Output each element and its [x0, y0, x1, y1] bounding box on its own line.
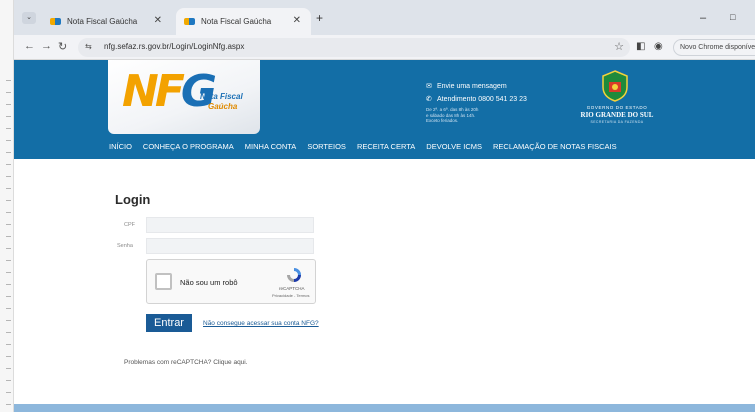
footer-strip — [14, 404, 755, 412]
ruler-tick — [6, 128, 11, 129]
address-url[interactable]: nfg.sefaz.rs.gov.br/Login/LoginNfg.aspx — [104, 42, 244, 51]
forgot-access-link[interactable]: Não consegue acessar sua conta NFG? — [203, 320, 319, 327]
ruler-tick — [6, 92, 11, 93]
ruler-tick — [6, 284, 11, 285]
service-hours: De 2ª. a 6ª. das 8h às 20h e sábado das … — [426, 107, 479, 123]
ruler-tick — [6, 380, 11, 381]
logo-line2: Gaúcha — [208, 102, 238, 111]
cpf-field[interactable] — [146, 217, 314, 233]
site-favicon-icon — [184, 18, 195, 25]
ruler-tick — [6, 140, 11, 141]
nfg-logo[interactable]: NFG Nota Fiscal Gaúcha — [108, 60, 260, 134]
site-info-icon[interactable]: ⇆ — [85, 42, 92, 51]
ruler-tick — [6, 332, 11, 333]
forward-icon[interactable]: → — [41, 40, 52, 52]
browser-tab-active[interactable]: Nota Fiscal Gaúcha ✕ — [176, 8, 311, 35]
ruler-tick — [6, 224, 11, 225]
menu-item-sorteios[interactable]: Sorteios — [307, 142, 346, 151]
minimize-button[interactable]: – — [700, 12, 706, 24]
contact-message-link[interactable]: ✉ Envie uma mensagem — [426, 82, 507, 90]
recaptcha-label: Não sou um robô — [180, 278, 238, 287]
ruler-tick — [6, 104, 11, 105]
gov-line3: SECRETARIA DA FAZENDA — [590, 120, 644, 124]
recaptcha-terms-link[interactable]: Privacidade - Termos — [272, 293, 310, 298]
browser-tab-strip: ⌄ Nota Fiscal Gaúcha ✕ Nota Fiscal Gaúch… — [14, 0, 755, 35]
ruler-tick — [6, 344, 11, 345]
address-bar[interactable]: ⇆ nfg.sefaz.rs.gov.br/Login/LoginNfg.asp… — [78, 38, 630, 57]
browser-toolbar: ← → ↻ ⇆ nfg.sefaz.rs.gov.br/Login/LoginN… — [14, 35, 755, 60]
login-title: Login — [115, 192, 151, 207]
ruler-tick — [6, 308, 11, 309]
tab-search-icon[interactable]: ⌄ — [22, 12, 36, 24]
envelope-icon: ✉ — [426, 83, 432, 90]
ruler-tick — [6, 176, 11, 177]
password-field[interactable] — [146, 238, 314, 254]
ruler-tick — [6, 164, 11, 165]
ruler-tick — [6, 200, 11, 201]
gov-line1: GOVERNO DO ESTADO — [586, 105, 648, 110]
ruler-tick — [6, 260, 11, 261]
ruler-tick — [6, 392, 11, 393]
ruler-tick — [6, 296, 11, 297]
reload-icon[interactable]: ↻ — [58, 40, 67, 53]
menu-item-reclamacao[interactable]: Reclamação de Notas Fiscais — [493, 142, 617, 151]
menu-item-conheca[interactable]: Conheça o Programa — [143, 142, 234, 151]
tab-close-icon[interactable]: ✕ — [154, 15, 162, 26]
new-chrome-button[interactable]: Novo Chrome disponível — [673, 39, 755, 56]
maximize-button[interactable]: □ — [730, 12, 735, 22]
ruler-tick — [6, 404, 11, 405]
cpf-label: CPF — [124, 222, 135, 228]
tab-close-icon[interactable]: ✕ — [293, 15, 301, 26]
phone-icon: ✆ — [426, 96, 432, 103]
side-panel-icon[interactable]: ◧ — [636, 41, 645, 52]
recaptcha-help-link[interactable]: Problemas com reCAPTCHA? Clique aqui. — [124, 359, 248, 366]
recaptcha-icon — [287, 268, 301, 282]
logo-line1: Nota Fiscal — [200, 92, 243, 101]
recaptcha-widget: Não sou um robô reCAPTCHA Privacidade - … — [146, 259, 316, 304]
ruler-tick — [6, 356, 11, 357]
tab-title: Nota Fiscal Gaúcha — [201, 17, 272, 26]
tab-title: Nota Fiscal Gaúcha — [67, 17, 138, 26]
main-menu: Início Conheça o Programa Minha Conta So… — [109, 142, 617, 151]
contact-phone: ✆ Atendimento 0800 541 23 23 — [426, 96, 527, 103]
menu-item-inicio[interactable]: Início — [109, 142, 132, 151]
back-icon[interactable]: ← — [24, 40, 35, 52]
entrar-button[interactable]: Entrar — [146, 314, 192, 332]
state-crest-icon — [602, 70, 628, 102]
menu-item-devolve-icms[interactable]: Devolve ICMS — [426, 142, 482, 151]
ruler-tick — [6, 212, 11, 213]
ruler-tick — [6, 152, 11, 153]
ruler-tick — [6, 248, 11, 249]
recaptcha-checkbox[interactable] — [155, 273, 172, 290]
left-ruler — [0, 0, 14, 412]
site-favicon-icon — [50, 18, 61, 25]
recaptcha-brand: reCAPTCHA — [279, 286, 305, 291]
profile-icon[interactable]: ◉ — [654, 41, 663, 52]
menu-item-receita-certa[interactable]: Receita Certa — [357, 142, 415, 151]
ruler-tick — [6, 80, 11, 81]
ruler-tick — [6, 116, 11, 117]
site-header: NFG Nota Fiscal Gaúcha ✉ Envie uma mensag… — [14, 60, 755, 159]
new-tab-button[interactable]: + — [316, 11, 323, 25]
ruler-tick — [6, 320, 11, 321]
ruler-tick — [6, 272, 11, 273]
menu-item-minha-conta[interactable]: Minha Conta — [245, 142, 297, 151]
bookmark-star-icon[interactable]: ☆ — [614, 40, 624, 53]
ruler-tick — [6, 188, 11, 189]
senha-label: Senha — [117, 243, 133, 249]
ruler-tick — [6, 236, 11, 237]
ruler-tick — [6, 368, 11, 369]
gov-line2: RIO GRANDE DO SUL — [580, 111, 654, 119]
browser-tab[interactable]: Nota Fiscal Gaúcha ✕ — [42, 8, 172, 35]
